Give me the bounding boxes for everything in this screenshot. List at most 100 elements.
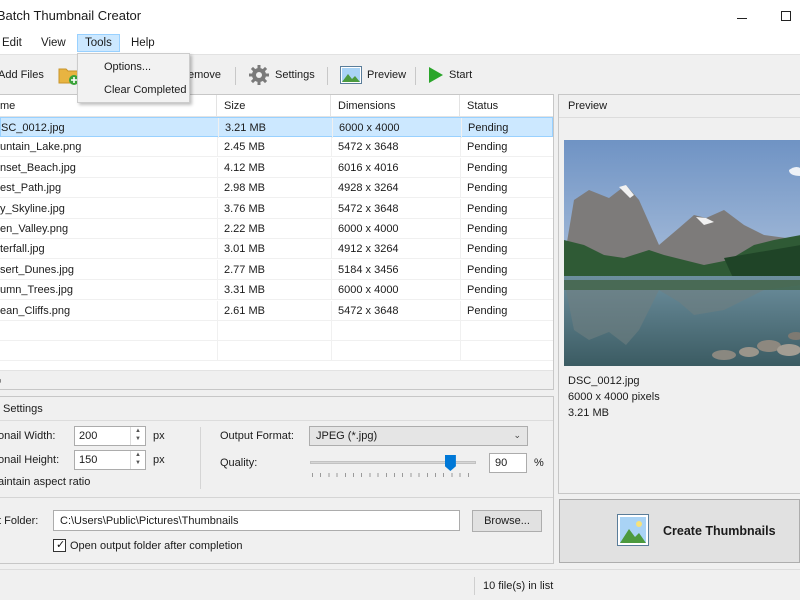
column-divider	[218, 118, 219, 138]
settings-button[interactable]: Settings	[248, 64, 315, 86]
menu-bar: Edit View Tools Help	[0, 32, 800, 54]
start-label: Start	[449, 69, 473, 81]
file-dimensions-cell: 6016 x 4016	[338, 161, 399, 174]
stepper-arrows[interactable]: ▲ ▼	[130, 427, 145, 445]
file-size-cell: 2.22 MB	[224, 223, 265, 235]
menu-edit[interactable]: Edit	[0, 34, 29, 52]
minimize-button[interactable]	[719, 0, 765, 32]
menu-item-clear-completed[interactable]: Clear Completed	[104, 84, 187, 96]
column-divider	[331, 219, 332, 239]
file-name-cell: umn_Trees.jpg	[0, 284, 73, 297]
column-divider	[217, 341, 218, 362]
table-row[interactable]: sert_Dunes.jpg 2.77 MB 5184 x 3456 Pending	[0, 259, 553, 280]
output-folder-input[interactable]: C:\Users\Public\Pictures\Thumbnails	[53, 510, 460, 531]
column-divider	[217, 300, 218, 321]
column-divider	[331, 341, 332, 362]
preview-header: Preview	[559, 95, 800, 118]
file-status-cell: Pending	[467, 161, 508, 174]
preview-label: Preview	[367, 69, 407, 81]
menu-item-options[interactable]: Options...	[104, 61, 151, 73]
landscape-preview-graphic	[564, 140, 800, 366]
column-divider	[331, 321, 332, 341]
file-size-cell: 3.31 MB	[224, 284, 265, 297]
table-row[interactable]: terfall.jpg 3.01 MB 4912 x 3264 Pending	[0, 239, 553, 260]
menu-help[interactable]: Help	[124, 34, 162, 52]
column-divider	[460, 321, 461, 341]
open-folder-checkbox[interactable]: ✓	[53, 539, 66, 552]
status-bar: 10 file(s) in list	[0, 569, 800, 600]
chevron-down-icon[interactable]: ▼	[135, 460, 141, 466]
file-count-status: 10 file(s) in list	[483, 580, 554, 592]
width-unit-label: px	[153, 430, 165, 442]
create-thumbnails-button[interactable]: Create Thumbnails	[559, 499, 800, 563]
remove-label: emove	[188, 69, 222, 81]
thumbnail-height-stepper[interactable]: 150 ▲ ▼	[74, 450, 146, 470]
preview-button[interactable]: Preview	[340, 64, 406, 86]
table-row[interactable]: est_Path.jpg 2.98 MB 4928 x 3264 Pending	[0, 178, 553, 199]
thumbnail-height-value: 150	[79, 454, 98, 466]
file-status-cell: Pending	[467, 182, 508, 195]
file-dimensions-cell: 5472 x 3648	[338, 202, 399, 215]
column-divider	[460, 239, 461, 260]
column-divider	[460, 280, 461, 301]
output-folder-label: t Folder:	[0, 515, 39, 527]
settings-separator	[0, 497, 553, 498]
table-row[interactable]: en_Valley.png 2.22 MB 6000 x 4000 Pending	[0, 219, 553, 239]
file-size-cell: 2.98 MB	[224, 182, 265, 195]
chevron-up-icon[interactable]: ▲	[135, 428, 141, 434]
thumbnail-width-stepper[interactable]: 200 ▲ ▼	[74, 426, 146, 446]
picture-icon	[617, 514, 649, 546]
checkmark-icon: ✓	[56, 539, 66, 551]
horizontal-scrollbar[interactable]: ◂	[0, 370, 553, 389]
column-divider	[217, 178, 218, 199]
play-icon	[429, 67, 443, 83]
output-format-label: Output Format:	[220, 430, 294, 442]
file-dimensions-cell: 4928 x 3264	[338, 182, 399, 195]
gear-icon	[249, 65, 269, 85]
column-header-status[interactable]: Status	[460, 95, 553, 117]
add-files-button[interactable]: Add Files	[0, 64, 44, 86]
table-row[interactable]: ean_Cliffs.png 2.61 MB 5472 x 3648 Pending	[0, 300, 553, 321]
menu-view[interactable]: View	[34, 34, 73, 52]
file-name-cell: en_Valley.png	[0, 223, 69, 235]
preview-panel: Preview DSC_0012.jpg 6000 x 4000 pixels …	[558, 94, 800, 494]
chevron-down-icon: ⌄	[513, 430, 521, 440]
table-row[interactable]: nset_Beach.jpg 4.12 MB 6016 x 4016 Pending	[0, 157, 553, 178]
stepper-arrows[interactable]: ▲ ▼	[130, 451, 145, 469]
file-name-cell: nset_Beach.jpg	[0, 161, 76, 174]
quality-value: 90	[495, 457, 508, 469]
output-format-select[interactable]: JPEG (*.jpg) ⌄	[309, 426, 528, 446]
file-status-cell: Pending	[467, 243, 508, 256]
output-format-value: JPEG (*.jpg)	[316, 430, 378, 442]
file-dimensions-cell: 4912 x 3264	[338, 243, 399, 256]
browse-button[interactable]: Browse...	[472, 510, 542, 532]
maintain-aspect-ratio-label[interactable]: aintain aspect ratio	[0, 476, 90, 488]
column-divider	[331, 178, 332, 199]
menu-tools[interactable]: Tools	[77, 34, 120, 52]
settings-header: Settings	[0, 397, 553, 421]
column-divider	[460, 300, 461, 321]
quality-label: Quality:	[220, 457, 258, 469]
status-separator	[474, 577, 475, 595]
table-row[interactable]: untain_Lake.png 2.45 MB 5472 x 3648 Pending	[0, 137, 553, 158]
column-header-size[interactable]: Size	[217, 95, 331, 117]
open-folder-label[interactable]: Open output folder after completion	[70, 540, 242, 552]
maximize-button[interactable]	[763, 0, 800, 32]
file-size-cell: 3.21 MB	[225, 122, 266, 134]
output-folder-value: C:\Users\Public\Pictures\Thumbnails	[60, 515, 239, 527]
chevron-down-icon[interactable]: ▼	[135, 436, 141, 442]
table-row[interactable]: SC_0012.jpg 3.21 MB 6000 x 4000 Pending	[0, 117, 553, 138]
column-header-dimensions[interactable]: Dimensions	[331, 95, 460, 117]
quality-input[interactable]: 90	[489, 453, 527, 473]
table-row[interactable]: umn_Trees.jpg 3.31 MB 6000 x 4000 Pending	[0, 280, 553, 301]
start-button[interactable]: Start	[428, 64, 472, 86]
quality-slider-ticks	[312, 473, 476, 477]
table-row[interactable]: y_Skyline.jpg 3.76 MB 5472 x 3648 Pending	[0, 198, 553, 219]
remove-button[interactable]: emove	[188, 64, 221, 86]
preview-image	[564, 140, 800, 366]
preview-filename: DSC_0012.jpg	[568, 375, 640, 387]
scroll-left-icon[interactable]: ◂	[0, 376, 1, 385]
chevron-up-icon[interactable]: ▲	[135, 452, 141, 458]
empty-row	[0, 341, 553, 362]
thumbnail-width-label: onail Width:	[0, 430, 56, 442]
